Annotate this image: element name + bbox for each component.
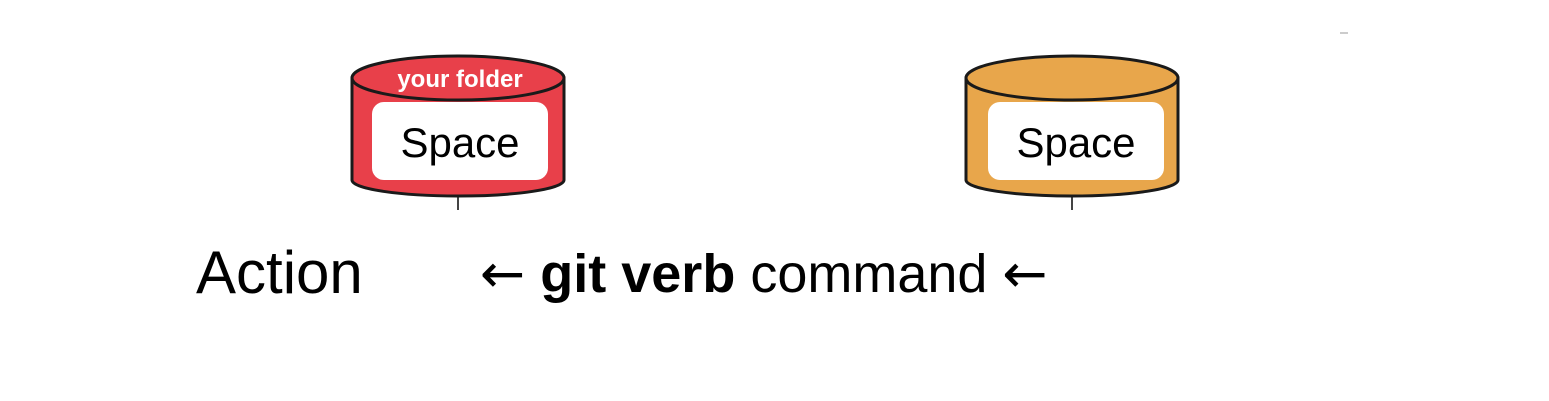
left-cylinder-label: your folder [397, 66, 522, 93]
command-line: ← git verb command ← [480, 242, 1048, 305]
left-space-text: Space [400, 119, 519, 166]
left-arrow-icon: ← [480, 242, 526, 305]
right-space-text: Space [1016, 119, 1135, 166]
git-verb-text: git verb [540, 244, 736, 304]
left-storage-cylinder: your folder Space [350, 54, 566, 198]
right-arrow-icon: ← [1002, 242, 1048, 305]
command-suffix-text: command [735, 244, 1003, 304]
diagram-canvas: your folder Space Space [350, 32, 1348, 210]
right-cylinder-top [964, 54, 1180, 102]
right-storage-cylinder: Space [964, 54, 1180, 198]
action-label: Action [196, 239, 363, 306]
